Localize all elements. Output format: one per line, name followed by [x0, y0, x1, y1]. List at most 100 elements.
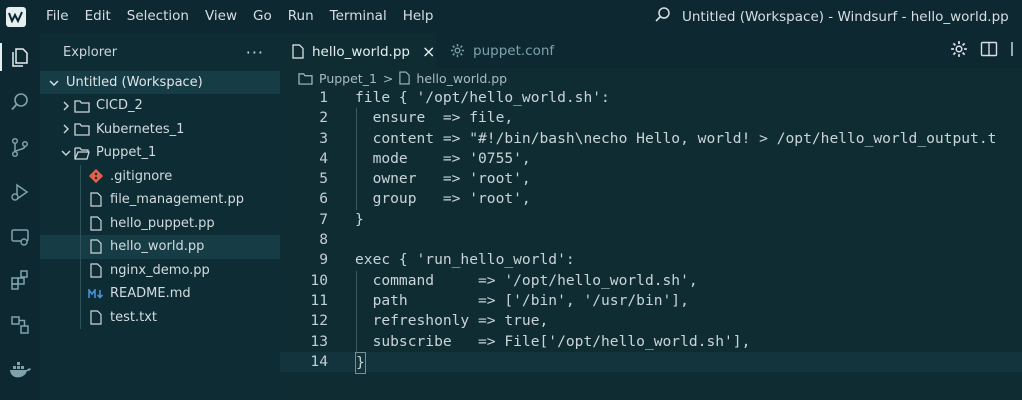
tree-file-hello-puppet[interactable]: hello_puppet.pp	[40, 211, 280, 235]
tree-file-test[interactable]: test.txt	[40, 305, 280, 329]
tree-label: CICD_2	[96, 98, 143, 114]
windsurf-window: File Edit Selection View Go Run Terminal…	[0, 0, 1022, 400]
extensions-icon[interactable]	[6, 266, 34, 294]
code-editor[interactable]: 1 file { '/opt/hello_world.sh': 2 ensure …	[280, 88, 1022, 400]
code-line: 8	[280, 230, 1022, 250]
explorer-title: Explorer	[63, 44, 118, 60]
tab-puppet-conf[interactable]: puppet.conf	[440, 33, 570, 68]
menu-view[interactable]: View	[197, 0, 245, 33]
close-icon[interactable]: ×	[422, 42, 435, 61]
tree-label: README.md	[110, 286, 191, 302]
workspace-label: Untitled (Workspace)	[66, 75, 203, 90]
line-text: subscribe => File['/opt/hello_world.sh']…	[355, 332, 751, 350]
window-title: Untitled (Workspace) - Windsurf - hello_…	[682, 8, 1009, 25]
source-control-icon[interactable]	[6, 133, 34, 161]
tab-label: puppet.conf	[473, 42, 555, 59]
folder-icon	[74, 121, 90, 137]
tree-label: hello_puppet.pp	[110, 215, 215, 231]
line-text: path => ['/bin', '/usr/bin'],	[355, 291, 689, 309]
line-number: 8	[319, 231, 328, 249]
windsurf-logo[interactable]	[6, 6, 26, 27]
timeline-icon[interactable]	[6, 311, 34, 339]
line-text: refreshonly => true,	[355, 312, 549, 330]
code-line: 12 refreshonly => true,	[280, 311, 1022, 331]
editor-tab-bar: hello_world.pp × puppet.conf	[280, 33, 1022, 69]
tree-label: nginx_demo.pp	[110, 262, 210, 278]
gear-icon	[450, 43, 465, 58]
file-icon	[88, 215, 104, 231]
settings-gear-icon[interactable]	[950, 40, 968, 62]
tree-label: hello_world.pp	[110, 239, 205, 255]
overflow-icon[interactable]	[1010, 41, 1018, 61]
menu-selection[interactable]: Selection	[119, 0, 197, 33]
code-line: 4 mode => '0755',	[280, 149, 1022, 169]
tab-label: hello_world.pp	[312, 43, 410, 60]
tree-file-nginx-demo[interactable]: nginx_demo.pp	[40, 258, 280, 282]
breadcrumb-file[interactable]: hello_world.pp	[416, 71, 507, 86]
line-number: 6	[319, 190, 328, 208]
more-actions-icon[interactable]: ···	[246, 43, 264, 62]
indent-guide	[80, 282, 81, 306]
line-text: exec { 'run_hello_world':	[355, 251, 575, 269]
menu-terminal[interactable]: Terminal	[322, 0, 395, 33]
line-number: 14	[310, 352, 328, 370]
menu-help[interactable]: Help	[395, 0, 442, 33]
files-icon[interactable]	[0, 43, 34, 71]
tree-file-readme[interactable]: README.md	[40, 282, 280, 306]
code-line-current: 14}	[280, 351, 1022, 375]
split-editor-icon[interactable]	[980, 41, 998, 61]
chevron-down-icon	[46, 78, 62, 88]
code-line: 3 content => "#!/bin/bash\necho Hello, w…	[280, 129, 1022, 149]
line-number: 4	[319, 149, 328, 167]
remote-explorer-icon[interactable]	[6, 223, 34, 251]
docker-icon[interactable]	[6, 356, 34, 384]
git-icon	[88, 168, 104, 184]
line-number: 3	[319, 129, 328, 147]
search-icon[interactable]	[6, 88, 34, 116]
code-line: 6 group => 'root',	[280, 189, 1022, 209]
indent-guide	[80, 188, 81, 212]
tree-label: Kubernetes_1	[96, 121, 185, 137]
activity-bar	[0, 33, 40, 400]
run-debug-icon[interactable]	[6, 178, 34, 206]
line-text: }	[355, 351, 366, 375]
file-icon	[88, 309, 104, 325]
tab-hello-world[interactable]: hello_world.pp ×	[280, 33, 436, 69]
line-number: 9	[319, 251, 328, 269]
folder-open-icon	[74, 145, 90, 161]
menu-go[interactable]: Go	[245, 0, 280, 33]
file-icon	[88, 192, 104, 208]
code-line: 7}	[280, 210, 1022, 230]
chevron-right-icon	[58, 101, 74, 111]
line-text: ensure => file,	[355, 109, 514, 127]
file-icon	[88, 262, 104, 278]
line-text: }	[355, 210, 364, 228]
indent-guide	[80, 235, 81, 259]
line-number: 13	[310, 332, 328, 350]
menu-run[interactable]: Run	[280, 0, 322, 33]
indent-guide	[80, 258, 81, 282]
line-text: command => '/opt/hello_world.sh',	[355, 271, 698, 289]
tree-file-hello-world[interactable]: hello_world.pp	[40, 235, 280, 259]
menu-file[interactable]: File	[38, 0, 77, 33]
command-center[interactable]: Untitled (Workspace) - Windsurf - hello_…	[654, 0, 1009, 33]
tree-label: Puppet_1	[96, 145, 157, 161]
menu-edit[interactable]: Edit	[77, 0, 119, 33]
tree-folder-kubernetes[interactable]: Kubernetes_1	[40, 118, 280, 142]
tree-label: file_management.pp	[110, 192, 245, 208]
workspace-root[interactable]: Untitled (Workspace)	[40, 71, 280, 94]
line-number: 5	[319, 170, 328, 188]
chevron-right-icon	[58, 124, 74, 134]
line-text: content => "#!/bin/bash\necho Hello, wor…	[355, 129, 997, 147]
tree-file-gitignore[interactable]: .gitignore	[40, 164, 280, 188]
code-line: 2 ensure => file,	[280, 108, 1022, 128]
code-line: 13 subscribe => File['/opt/hello_world.s…	[280, 332, 1022, 352]
tree-folder-cicd[interactable]: CICD_2	[40, 94, 280, 118]
tree-file-file-management[interactable]: file_management.pp	[40, 188, 280, 212]
code-line: 11 path => ['/bin', '/usr/bin'],	[280, 291, 1022, 311]
tree-folder-puppet[interactable]: Puppet_1	[40, 141, 280, 165]
explorer-header: Explorer ···	[40, 33, 280, 71]
folder-icon	[298, 72, 313, 85]
line-number: 2	[319, 109, 328, 127]
breadcrumb-folder[interactable]: Puppet_1	[319, 71, 377, 86]
